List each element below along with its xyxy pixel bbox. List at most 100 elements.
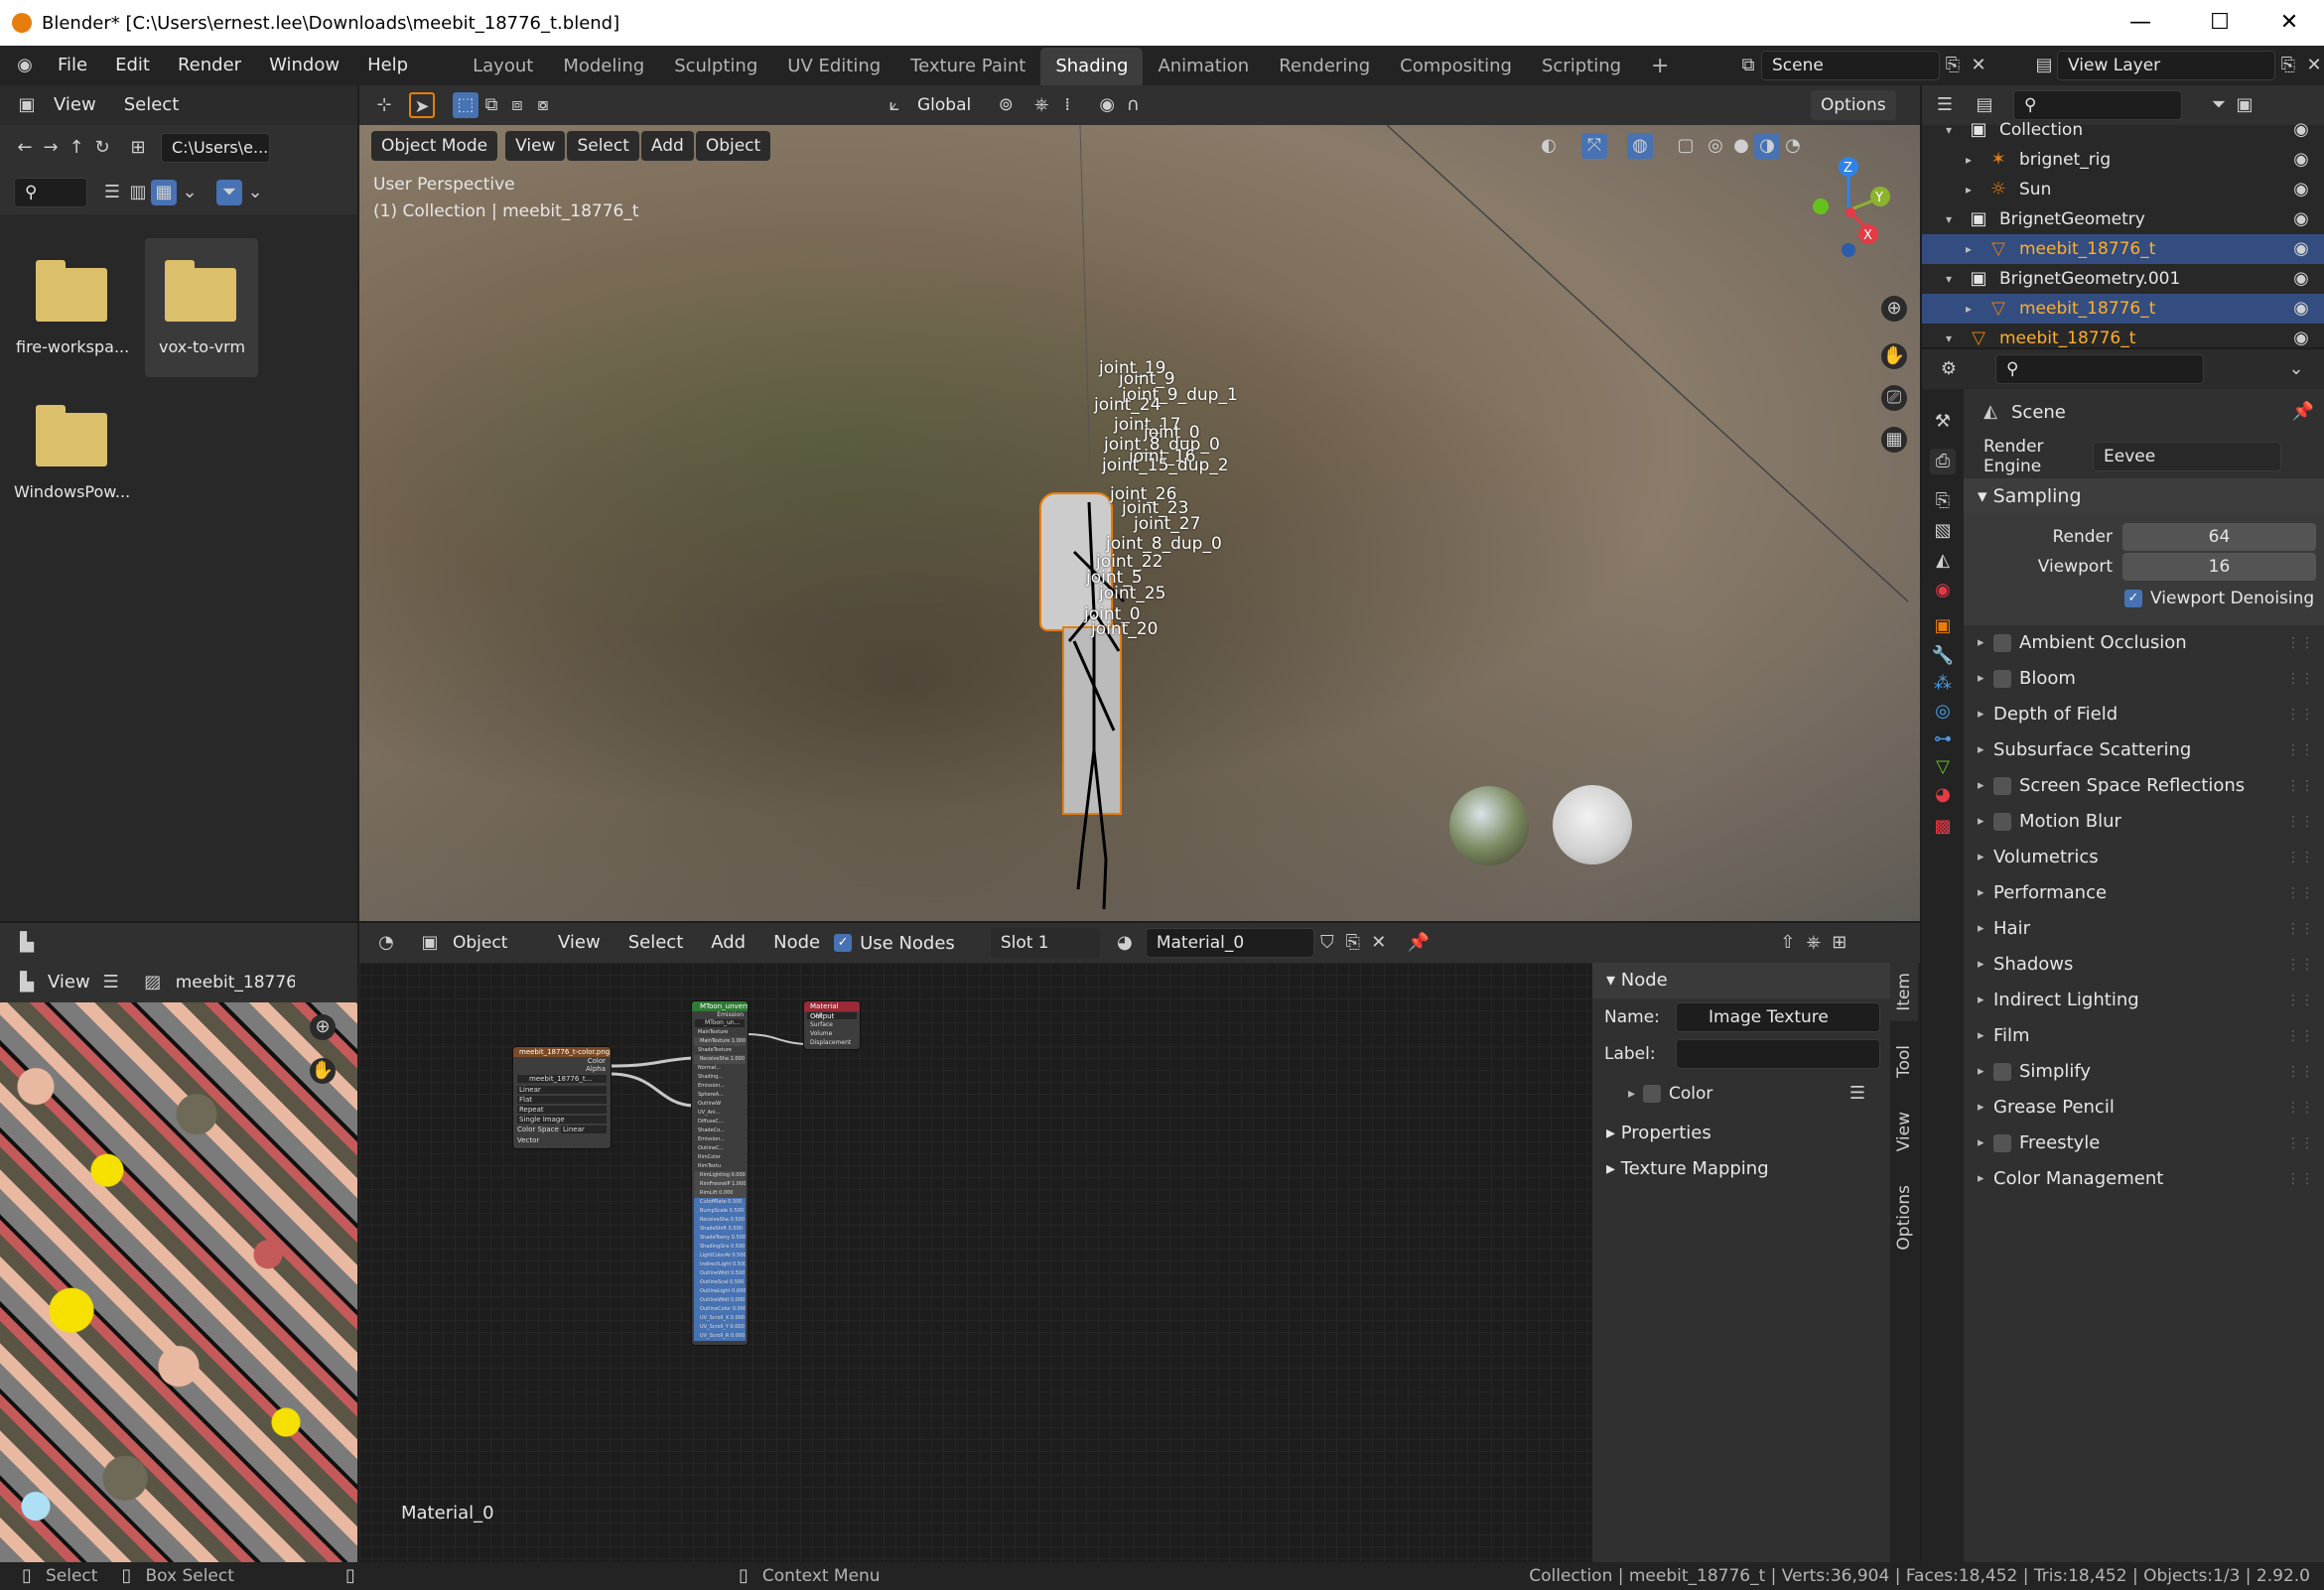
physics-tab-icon[interactable]: ◎	[1930, 699, 1956, 725]
path-field[interactable]: C:\Users\e...	[161, 133, 270, 163]
section-enable-checkbox[interactable]	[1993, 777, 2011, 795]
drag-handle-icon[interactable]: ⋮⋮	[2286, 1090, 2314, 1126]
tab-modeling[interactable]: Modeling	[548, 48, 659, 85]
expand-arrow-icon[interactable]: ▸	[1966, 234, 1985, 264]
section-simplify[interactable]: ▸ Simplify ⋮⋮	[1964, 1054, 2324, 1090]
node-input[interactable]: MainTexture 1.000	[694, 1037, 746, 1046]
folder-item[interactable]: WindowsPow...	[4, 383, 133, 522]
node-input[interactable]: RimLift 0.000	[694, 1189, 746, 1198]
visibility-eye-icon[interactable]: ◉	[2288, 147, 2314, 173]
tab-layout[interactable]: Layout	[458, 48, 548, 85]
expand-arrow-icon[interactable]: ▸	[1978, 697, 1993, 732]
hamburger-menu-icon[interactable]: ☰	[98, 970, 124, 995]
expand-arrow-icon[interactable]: ▸	[1978, 804, 1993, 840]
section-properties[interactable]: ▸ Properties	[1592, 1116, 1890, 1151]
editor-type-icon[interactable]: ⊹	[371, 92, 397, 118]
visibility-eye-icon[interactable]: ◉	[2288, 236, 2314, 262]
camera-view-icon[interactable]: ⎚	[1881, 385, 1907, 411]
section-film[interactable]: ▸ Film ⋮⋮	[1964, 1018, 2324, 1054]
material-tab-icon[interactable]: ◕	[1930, 782, 1956, 808]
drag-handle-icon[interactable]: ⋮⋮	[2286, 947, 2314, 983]
node-input[interactable]: BumpScale 0.500	[694, 1207, 746, 1216]
section-enable-checkbox[interactable]	[1993, 670, 2011, 688]
folder-item[interactable]: vox-to-vrm	[145, 238, 258, 377]
material-output-node[interactable]: Material Output All Surface Volume Displ…	[803, 1000, 861, 1050]
outliner-row[interactable]: ▾ ▣ Collection ◉	[1922, 115, 2324, 145]
section-bloom[interactable]: ▸ Bloom ⋮⋮	[1964, 661, 2324, 697]
node-name-field[interactable]: Image Texture	[1676, 1002, 1880, 1032]
expand-arrow-icon[interactable]: ▸	[1978, 661, 1993, 697]
section-performance[interactable]: ▸ Performance ⋮⋮	[1964, 875, 2324, 911]
menu-edit[interactable]: Edit	[101, 46, 164, 85]
vertical-list-icon[interactable]: ☰	[99, 180, 125, 205]
viewport-canvas[interactable]: Object Mode View Select Add Object ◐ ⤧ ◍…	[359, 125, 1920, 921]
unlink-material-icon[interactable]: ✕	[1366, 930, 1392, 956]
viewport-samples-field[interactable]: 16	[2122, 553, 2316, 581]
horizontal-list-icon[interactable]: ▥	[125, 180, 151, 205]
material-icon[interactable]: ◕	[1112, 930, 1138, 956]
section-shadows[interactable]: ▸ Shadows ⋮⋮	[1964, 947, 2324, 983]
falloff-icon[interactable]: ∩	[1120, 92, 1146, 118]
drag-handle-icon[interactable]: ⋮⋮	[2286, 983, 2314, 1018]
drag-handle-icon[interactable]: ⋮⋮	[2286, 625, 2314, 661]
select-box-icon[interactable]: ⬚	[453, 92, 478, 118]
node-input[interactable]: UV_Scroll_Y 0.000	[694, 1323, 746, 1332]
select-intersect-icon[interactable]: ⧇	[530, 92, 556, 118]
image-icon[interactable]: ▨	[140, 970, 166, 995]
orientation-dropdown[interactable]: Global	[907, 90, 981, 120]
drag-handle-icon[interactable]: ⋮⋮	[2286, 911, 2314, 947]
select-tool-icon[interactable]: ➤	[409, 92, 435, 118]
node-input[interactable]: RimLighting 0.000	[694, 1171, 746, 1180]
node-input[interactable]: Emission...	[692, 1082, 748, 1091]
node-input[interactable]: UV_Scroll_X 0.000	[694, 1314, 746, 1323]
node-input[interactable]: Emission...	[692, 1135, 748, 1144]
expand-arrow-icon[interactable]: ▸	[1978, 732, 1993, 768]
list-icon[interactable]: ☰	[1845, 1081, 1870, 1107]
interpolation-dropdown[interactable]: Linear	[517, 1086, 607, 1094]
world-tab-icon[interactable]: ◉	[1930, 578, 1956, 603]
node-input[interactable]: ShadingGra 0.500	[694, 1243, 746, 1252]
tab-rendering[interactable]: Rendering	[1264, 48, 1385, 85]
image-texture-node[interactable]: meebit_18776_t-color.png Color Alpha mee…	[512, 1046, 612, 1149]
node-input[interactable]: RimFresnelP 1.000	[694, 1180, 746, 1189]
node-input[interactable]: OutlineScal 0.500	[694, 1278, 746, 1287]
section-screen-space-reflections[interactable]: ▸ Screen Space Reflections ⋮⋮	[1964, 768, 2324, 804]
color-space-dropdown[interactable]: Linear	[561, 1126, 607, 1133]
expand-arrow-icon[interactable]: ▸	[1978, 840, 1993, 875]
tab-compositing[interactable]: Compositing	[1385, 48, 1527, 85]
scene-icon[interactable]: ⧉	[1735, 53, 1761, 78]
expand-arrow-icon[interactable]: ▸	[1978, 911, 1993, 947]
node-input[interactable]: ShadeToony 0.500	[694, 1234, 746, 1243]
tab-shading[interactable]: Shading	[1040, 48, 1144, 85]
add-workspace-icon[interactable]: +	[1636, 48, 1684, 85]
render-tab-icon[interactable]: ⎙	[1930, 449, 1956, 474]
properties-search-icon[interactable]: ⚲	[1995, 354, 2204, 384]
snap-icon[interactable]: ⎈	[1801, 930, 1827, 956]
tab-sculpting[interactable]: Sculpting	[659, 48, 772, 85]
tab-texture-paint[interactable]: Texture Paint	[895, 48, 1040, 85]
visibility-eye-icon[interactable]: ◉	[2288, 296, 2314, 322]
material-field[interactable]: Material_0	[1145, 928, 1314, 958]
node-input[interactable]: OutlineColor 0.000	[694, 1305, 746, 1314]
tab-animation[interactable]: Animation	[1143, 48, 1264, 85]
outliner-row[interactable]: ▸ ▽ meebit_18776_t ◉	[1922, 234, 2324, 264]
tool-tab-icon[interactable]: ⚒	[1930, 409, 1956, 435]
ne-select-menu[interactable]: Select	[615, 923, 698, 963]
section-motion-blur[interactable]: ▸ Motion Blur ⋮⋮	[1964, 804, 2324, 840]
visibility-eye-icon[interactable]: ◉	[2288, 326, 2314, 351]
node-input[interactable]: ReceiveSha 0.500	[694, 1216, 746, 1225]
expand-arrow-icon[interactable]: ▸	[1978, 983, 1993, 1018]
zoom-icon[interactable]: ⊕	[1881, 296, 1907, 322]
slot-dropdown[interactable]: Slot 1	[990, 928, 1100, 958]
outliner-row[interactable]: ▾ ▣ BrignetGeometry.001 ◉	[1922, 264, 2324, 294]
expand-arrow-icon[interactable]: ▸	[1978, 1090, 1993, 1126]
select-extend-icon[interactable]: ⧉	[478, 92, 504, 118]
fb-select-menu[interactable]: Select	[110, 85, 194, 125]
drag-handle-icon[interactable]: ⋮⋮	[2286, 1018, 2314, 1054]
outliner-row[interactable]: ▸ ✶ brignet_rig ◉	[1922, 145, 2324, 175]
pan-hand-icon[interactable]: ✋	[310, 1058, 336, 1084]
delete-view-layer-icon[interactable]: ✕	[2301, 53, 2324, 78]
constraints-tab-icon[interactable]: ⊶	[1930, 727, 1956, 752]
ie-view-menu[interactable]: View	[40, 963, 98, 1002]
close-button[interactable]: ✕	[2255, 0, 2324, 46]
